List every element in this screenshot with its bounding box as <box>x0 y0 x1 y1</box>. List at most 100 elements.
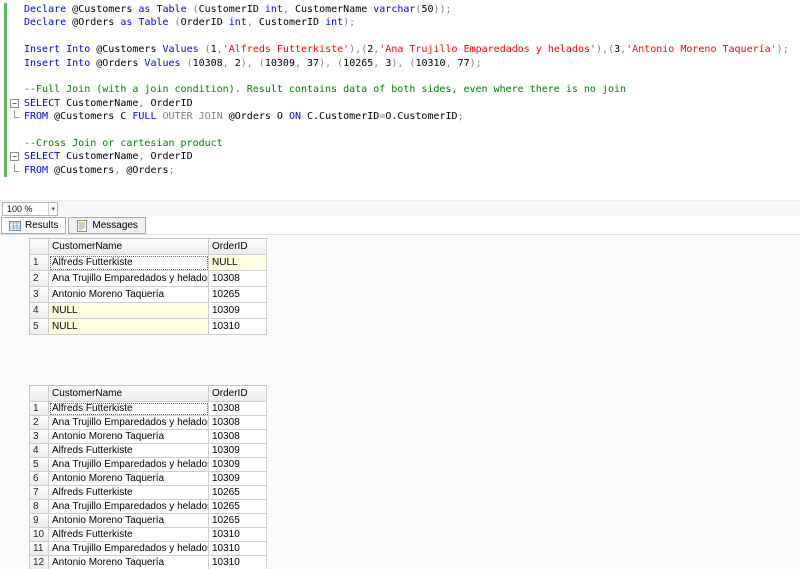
code-line[interactable] <box>0 69 800 84</box>
code-line[interactable] <box>0 123 800 137</box>
result-grid-1[interactable]: CustomerName OrderID 1 Alfreds Futterkiste N… <box>29 238 267 335</box>
grid-cell[interactable]: Antonio Moreno Taquería <box>49 287 209 303</box>
grid-cell[interactable]: Antonio Moreno Taquería <box>49 430 209 444</box>
row-number[interactable]: 8 <box>30 500 49 514</box>
code-token: Values <box>144 57 181 69</box>
row-number[interactable]: 7 <box>30 486 49 500</box>
grid-cell[interactable]: Alfreds Futterkiste <box>49 486 209 500</box>
grid-cell[interactable]: Alfreds Futterkiste <box>49 402 209 416</box>
row-number[interactable]: 5 <box>30 319 49 335</box>
grid-cell[interactable]: 10310 <box>209 319 267 335</box>
grid-cell[interactable]: NULL <box>49 319 209 335</box>
code-token: , <box>222 57 235 69</box>
column-header-orderid[interactable]: OrderID <box>209 239 267 255</box>
sql-editor[interactable]: Declare @Customers as Table (CustomerID … <box>0 0 800 200</box>
code-token: ); <box>469 57 482 69</box>
grid-cell[interactable]: Alfreds Futterkiste <box>49 528 209 542</box>
row-number[interactable]: 2 <box>30 416 49 430</box>
column-header-customername[interactable]: CustomerName <box>49 386 209 402</box>
grid-cell[interactable]: 10309 <box>209 444 267 458</box>
row-number[interactable]: 9 <box>30 514 49 528</box>
grid-cell[interactable]: 10308 <box>209 430 267 444</box>
row-number[interactable]: 1 <box>30 402 49 416</box>
code-token: Table <box>138 17 169 29</box>
grid-cell[interactable]: 10265 <box>209 500 267 514</box>
grid-cell[interactable]: Antonio Moreno Taquería <box>49 472 209 486</box>
code-line[interactable]: Insert Into @Orders Values (10308, 2), (… <box>0 56 800 70</box>
row-number[interactable]: 5 <box>30 458 49 472</box>
row-number[interactable]: 4 <box>30 303 49 319</box>
grid-cell[interactable]: 10265 <box>209 514 267 528</box>
column-header-orderid[interactable]: OrderID <box>209 386 267 402</box>
code-token: --Cross Join or cartesian product <box>24 137 223 149</box>
grid-cell[interactable]: Antonio Moreno Taquería <box>49 514 209 528</box>
row-number[interactable]: 11 <box>30 542 49 556</box>
code-token: @Orders <box>66 17 121 29</box>
fold-collapse-icon[interactable]: − <box>10 152 19 162</box>
code-line[interactable] <box>0 29 800 44</box>
result-grid-2[interactable]: CustomerName OrderID 1 Alfreds Futterkiste 1… <box>29 385 267 569</box>
row-number[interactable]: 6 <box>30 472 49 486</box>
grid-cell[interactable]: 10310 <box>209 556 267 569</box>
code-line[interactable]: --Full Join (with a join condition). Res… <box>0 83 800 97</box>
grid-cell[interactable]: Ana Trujillo Emparedados y helados <box>49 271 209 287</box>
row-header-corner[interactable] <box>30 239 49 255</box>
row-number[interactable]: 4 <box>30 444 49 458</box>
code-line[interactable]: FROM @Customers C FULL OUTER JOIN @Order… <box>0 110 800 124</box>
code-line[interactable]: Declare @Customers as Table (CustomerID … <box>0 3 800 17</box>
row-number[interactable]: 12 <box>30 556 49 569</box>
grid-cell[interactable]: Ana Trujillo Emparedados y helados <box>49 416 209 430</box>
code-token: int <box>264 4 283 15</box>
grid-cell[interactable]: 10308 <box>209 416 267 430</box>
editor-gutter <box>0 16 24 30</box>
grid-cell[interactable]: Alfreds Futterkiste <box>49 444 209 458</box>
code-token: , <box>373 57 386 69</box>
code-token: ), ( <box>391 57 416 69</box>
code-line[interactable]: FROM @Customers, @Orders; <box>0 163 800 178</box>
table-row: 4 Alfreds Futterkiste 10309 <box>30 444 267 458</box>
fold-collapse-icon[interactable]: − <box>10 98 19 108</box>
code-line[interactable]: Insert Into @Customers Values (1,'Alfred… <box>0 43 800 57</box>
grid-cell[interactable]: 10309 <box>209 303 267 319</box>
column-header-customername[interactable]: CustomerName <box>49 239 209 255</box>
grid-cell[interactable]: 10309 <box>209 458 267 472</box>
code-token: @Customers <box>66 4 139 15</box>
code-text: Declare @Orders as Table (OrderID int, C… <box>24 16 800 29</box>
row-header-corner[interactable] <box>30 386 49 402</box>
code-token: OrderID <box>144 97 193 109</box>
grid-cell[interactable]: 10310 <box>209 528 267 542</box>
grid-cell[interactable]: NULL <box>49 303 209 319</box>
code-line[interactable]: − SELECT CustomerName, OrderID <box>0 96 800 111</box>
table-row: 1 Alfreds Futterkiste 10308 <box>30 402 267 416</box>
change-tracking-bar <box>4 110 7 124</box>
grid-cell[interactable]: NULL <box>209 255 267 271</box>
grid-cell[interactable]: 10265 <box>209 287 267 303</box>
table-row: 8 Ana Trujillo Emparedados y helados 10265 <box>30 500 267 514</box>
code-token: ), ( <box>319 57 344 69</box>
grid-cell[interactable]: 10308 <box>209 271 267 287</box>
grid-cell[interactable]: 10265 <box>209 486 267 500</box>
zoom-level-dropdown[interactable]: 100 % ▾ <box>2 201 58 216</box>
row-number[interactable]: 2 <box>30 271 49 287</box>
tab-messages[interactable]: Messages <box>68 217 146 234</box>
code-line[interactable]: --Cross Join or cartesian product <box>0 136 800 151</box>
grid-cell[interactable]: Ana Trujillo Emparedados y helados <box>49 500 209 514</box>
row-number[interactable]: 3 <box>30 287 49 303</box>
row-number[interactable]: 3 <box>30 430 49 444</box>
row-number[interactable]: 1 <box>30 255 49 271</box>
row-number[interactable]: 10 <box>30 528 49 542</box>
grid-cell[interactable]: 10310 <box>209 542 267 556</box>
code-token: CustomerName <box>60 97 139 109</box>
code-line[interactable]: − SELECT CustomerName, OrderID <box>0 150 800 164</box>
grid-cell[interactable]: Ana Trujillo Emparedados y helados <box>49 542 209 556</box>
code-token: Values <box>162 44 199 56</box>
code-line[interactable]: Declare @Orders as Table (OrderID int, C… <box>0 16 800 30</box>
grid-cell[interactable]: 10308 <box>209 402 267 416</box>
grid-cell[interactable]: Alfreds Futterkiste <box>49 255 209 271</box>
results-pane: CustomerName OrderID 1 Alfreds Futterkiste N… <box>0 234 800 569</box>
grid-cell[interactable]: 10309 <box>209 472 267 486</box>
grid-cell[interactable]: Antonio Moreno Taquería <box>49 556 209 569</box>
tab-results[interactable]: Results <box>1 217 67 234</box>
grid-cell[interactable]: Ana Trujillo Emparedados y helados <box>49 458 209 472</box>
